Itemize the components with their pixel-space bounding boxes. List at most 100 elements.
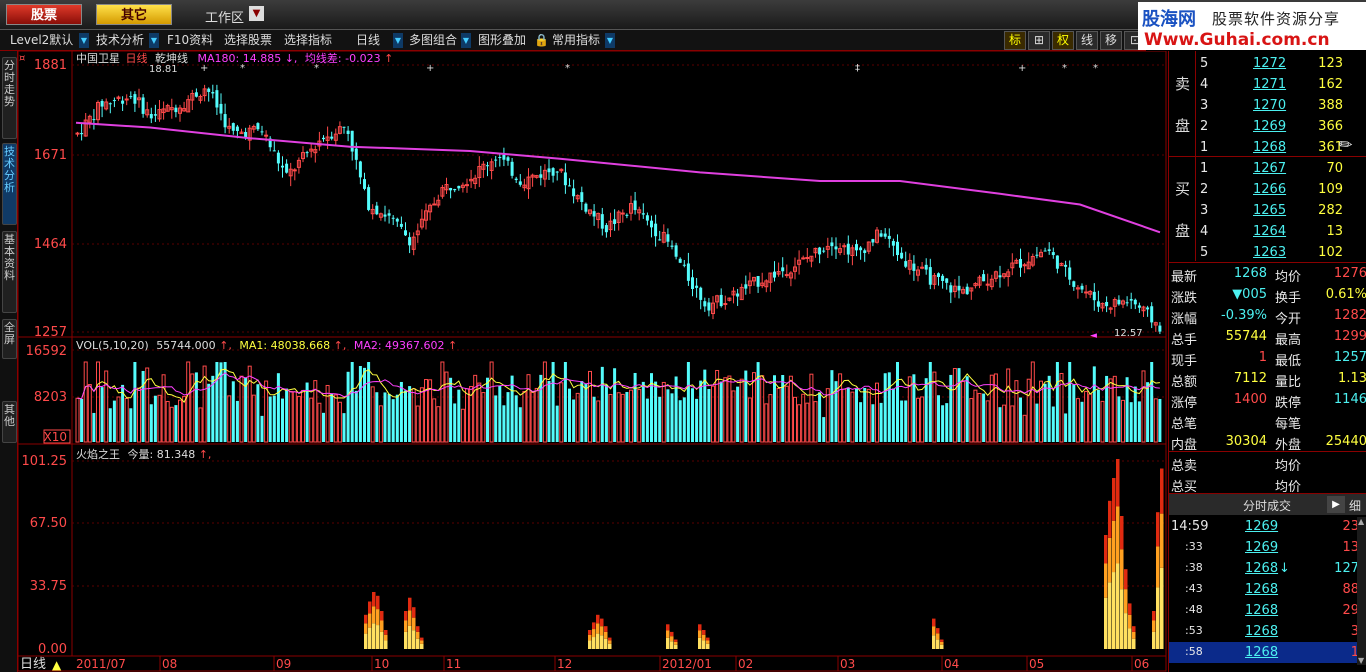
quote-row: 最新 1268 均价 1276 (1171, 266, 1366, 285)
line-button[interactable]: 线 (1076, 31, 1098, 50)
x-period-label[interactable]: 日线 (20, 657, 46, 672)
sell-level-3[interactable]: 3 1270 388 (1169, 95, 1366, 116)
candle-body (658, 239, 662, 241)
dropdown-arrow-icon[interactable]: ▼ (79, 33, 89, 48)
vol-scale-label: X10 (44, 430, 68, 444)
other-button[interactable]: 其它 (96, 4, 172, 25)
toolbar-multi-chart[interactable]: 多图组合 (407, 32, 459, 49)
svg-text:*: * (1093, 63, 1098, 74)
candle-body (744, 284, 748, 289)
play-icon[interactable]: ▶ (1327, 496, 1345, 513)
candle-body (912, 263, 916, 271)
volume-bar (625, 391, 629, 442)
toolbar-select-indicator[interactable]: 选择指标 (282, 32, 334, 49)
candle-body (625, 214, 629, 216)
detail-button[interactable]: 细 (1349, 497, 1361, 514)
volume-bar (112, 400, 116, 442)
flame-bar (666, 637, 670, 649)
volume-bar (678, 400, 682, 442)
flame-bar (936, 628, 940, 634)
volume-bar (137, 387, 141, 443)
candle-body (592, 211, 596, 217)
volume-bar (568, 388, 571, 442)
y-tick: 1671 (34, 148, 67, 163)
candle-body (801, 257, 806, 260)
volume-bar (1117, 396, 1121, 442)
tick-row: 14:59 1269 23 (1171, 519, 1359, 534)
flame-bar (604, 626, 608, 632)
volume-bar (855, 388, 858, 442)
candle-body (223, 114, 227, 128)
volume-bar (699, 380, 703, 442)
volume-bar (530, 391, 535, 443)
candle-body (260, 131, 264, 133)
dropdown-arrow-icon[interactable]: ▼ (605, 33, 615, 48)
ticks-scrollbar[interactable]: ▲ ▼ (1357, 517, 1366, 665)
volume-bar (1158, 398, 1162, 442)
move-button[interactable]: 移 (1100, 31, 1122, 50)
volume-bar (993, 373, 998, 443)
sell-level-4[interactable]: 4 1271 162 (1169, 74, 1366, 95)
flame-bar (670, 631, 674, 637)
tick-row-selected[interactable]: :58 1268 1 (1169, 642, 1366, 663)
rights-button[interactable]: 权 (1052, 31, 1074, 50)
flame-bar (420, 643, 424, 649)
flame-bar (1124, 569, 1128, 590)
candle-body (620, 212, 625, 215)
toolbar-overlay[interactable]: 图形叠加 (476, 32, 528, 49)
workspace-label[interactable]: 工作区 (205, 7, 244, 26)
dropdown-arrow-icon[interactable]: ▼ (393, 33, 403, 48)
volume-bar (670, 393, 674, 442)
flame-bar (1128, 628, 1132, 649)
dropdown-arrow-icon[interactable]: ▼ (461, 33, 471, 48)
period-up-icon[interactable]: ▲ (52, 658, 62, 672)
lock-icon[interactable]: 🔒 (532, 32, 551, 49)
toolbar-level2[interactable]: Level2默认 (8, 32, 75, 49)
volume-bar (165, 401, 170, 443)
toolbar-f10[interactable]: F10资料 (165, 32, 215, 49)
volume-bar (124, 397, 129, 443)
svg-text:03: 03 (840, 657, 855, 671)
flame-bar (706, 637, 710, 641)
volume-bar (863, 388, 867, 442)
sell-level-2[interactable]: 2 1269 366 (1169, 116, 1366, 137)
dropdown-arrow-icon[interactable]: ▼ (149, 33, 159, 48)
candle-body (330, 136, 334, 139)
close-chart-icon[interactable]: ¤ (19, 53, 25, 64)
workspace-dropdown-icon[interactable]: ▼ (249, 6, 264, 21)
svg-text:10: 10 (374, 657, 389, 671)
buy-level-2[interactable]: 2 1266 109 (1169, 179, 1366, 200)
buy-level-1[interactable]: 1 1267 70 (1169, 158, 1366, 179)
ticks-header: 分时成交 ▶ 细 (1169, 493, 1366, 515)
volume-bar (457, 389, 461, 442)
candle-body (670, 245, 674, 247)
candle-body (1096, 301, 1100, 307)
toolbar-common-indicators[interactable]: 常用指标 (550, 32, 602, 49)
volume-bar (875, 382, 879, 443)
volume-bar (580, 381, 584, 442)
candle-body (580, 192, 584, 202)
stock-button[interactable]: 股票 (6, 4, 82, 25)
buy-level-4[interactable]: 4 1264 13 (1169, 221, 1366, 242)
flame-bar (368, 627, 372, 649)
flame-bar (364, 614, 368, 624)
volume-bar (977, 392, 982, 443)
toolbar-select-stock[interactable]: 选择股票 (222, 32, 274, 49)
toolbar-tech-analysis[interactable]: 技术分析 (94, 32, 146, 49)
chart-area[interactable]: 1881 1671 1464 1257 16592 8203 X10 101.2… (0, 51, 1168, 672)
chart-frame (17, 51, 1167, 672)
sell-level-5[interactable]: 5 1272 123 (1169, 53, 1366, 74)
buy-level-5[interactable]: 5 1263 102 (1169, 242, 1366, 263)
volume-bar (526, 374, 531, 443)
volume-bar (1080, 401, 1084, 442)
volume-bar (896, 362, 899, 442)
candle-body (863, 250, 867, 253)
mark-button[interactable]: 标 (1004, 31, 1026, 50)
candle-body (695, 285, 699, 288)
volume-bar (695, 398, 699, 442)
buy-level-3[interactable]: 3 1265 282 (1169, 200, 1366, 221)
toolbar-daily[interactable]: 日线 (354, 32, 382, 49)
grid-button[interactable]: ⊞ (1028, 31, 1050, 50)
candle-body (1051, 252, 1055, 256)
flame-bar (666, 624, 670, 631)
